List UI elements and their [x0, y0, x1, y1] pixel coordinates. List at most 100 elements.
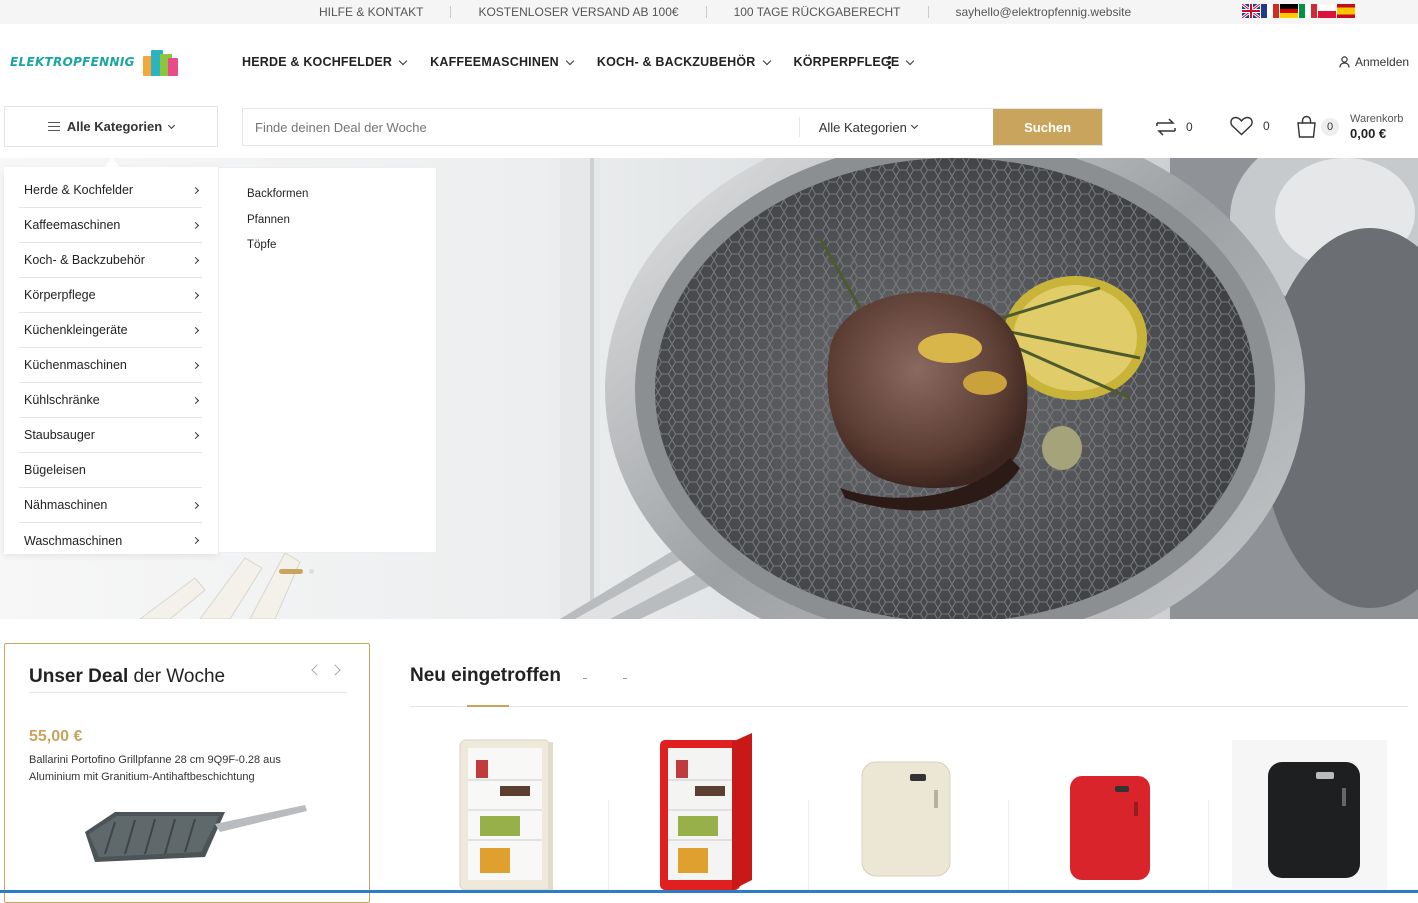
cart-total: 0,00 € — [1350, 126, 1387, 141]
nav-label: HERDE & KOCHFELDER — [242, 55, 393, 69]
top-link-shipping[interactable]: KOSTENLOSER VERSAND AB 100€ — [451, 6, 707, 18]
compare-link[interactable]: 0 — [1154, 116, 1193, 138]
site-logo[interactable]: ELEKTROPFENNIG — [10, 48, 179, 76]
product-image-cream-fridge-open — [459, 739, 553, 891]
main-nav: HERDE & KOCHFELDER KAFFEEMASCHINEN KOCH-… — [242, 55, 937, 69]
category-item-waschmaschinen[interactable]: Waschmaschinen — [19, 523, 202, 558]
top-link-email[interactable]: sayhello@elektropfennig.website — [929, 6, 1159, 18]
wishlist-link[interactable]: 0 — [1230, 116, 1270, 136]
category-item-herde-kochfelder[interactable]: Herde & Kochfelder — [19, 173, 202, 208]
nav-label: KOCH- & BACKZUBEHÖR — [596, 55, 756, 69]
nav-label: KAFFEEMASCHINEN — [430, 55, 559, 69]
new-arrivals-divider — [410, 706, 1408, 707]
product-separator — [1008, 800, 1009, 893]
language-switcher — [1242, 4, 1355, 18]
search-button[interactable]: Suchen — [993, 109, 1102, 145]
flag-es-icon[interactable] — [1337, 4, 1355, 18]
category-item-naehmaschinen[interactable]: Nähmaschinen — [19, 488, 202, 523]
category-item-koch-backzubehoer[interactable]: Koch- & Backzubehör — [19, 243, 202, 278]
search-category-label: Alle Kategorien — [818, 119, 907, 135]
category-menu: Herde & Kochfelder Kaffeemaschinen Koch-… — [4, 167, 218, 554]
search-input[interactable] — [243, 109, 799, 145]
category-item-kuechenmaschinen[interactable]: Küchenmaschinen — [19, 348, 202, 383]
category-item-kuechenkleingeraete[interactable]: Küchenkleingeräte — [19, 313, 202, 348]
nav-kaffeemaschinen[interactable]: KAFFEEMASCHINEN — [430, 55, 575, 69]
user-icon — [1339, 56, 1350, 68]
flag-de-icon[interactable] — [1280, 4, 1298, 18]
category-label: Kaffeemaschinen — [24, 218, 121, 232]
vertical-dots-icon[interactable] — [888, 56, 892, 71]
product-card[interactable] — [1232, 730, 1392, 895]
deal-divider — [29, 692, 347, 693]
chevron-right-icon — [191, 396, 200, 404]
submenu-item-toepfe[interactable]: Töpfe — [247, 239, 436, 265]
category-item-kuehlschraenke[interactable]: Kühlschränke — [19, 383, 202, 418]
chevron-right-icon — [191, 431, 200, 439]
deal-product-name[interactable]: Ballarini Portofino Grillpfanne 28 cm 9Q… — [29, 752, 329, 786]
category-item-koerperpflege[interactable]: Körperpflege — [19, 278, 202, 313]
chevron-right-icon — [191, 256, 200, 264]
category-item-kaffeemaschinen[interactable]: Kaffeemaschinen — [19, 208, 202, 243]
menu-pointer — [104, 158, 120, 167]
top-link-returns[interactable]: 100 TAGE RÜCKGABERECHT — [707, 6, 929, 18]
category-item-buegeleisen[interactable]: Bügeleisen — [19, 453, 202, 488]
chevron-right-icon — [191, 361, 200, 369]
chevron-right-icon — [191, 536, 200, 545]
chevron-right-icon[interactable] — [329, 664, 341, 676]
flag-it-icon[interactable] — [1299, 4, 1317, 18]
submenu-item-backformen[interactable]: Backformen — [247, 188, 436, 214]
chevron-down-icon — [906, 56, 915, 65]
deal-price: 55,00 € — [29, 728, 83, 745]
product-separator — [1208, 800, 1209, 893]
login-link[interactable]: Anmelden — [1339, 55, 1409, 69]
slider-pagination — [279, 569, 314, 574]
product-card[interactable] — [840, 730, 1000, 895]
flag-en-icon[interactable] — [1242, 4, 1260, 18]
chevron-down-icon — [398, 56, 408, 65]
flag-fr-icon[interactable] — [1261, 4, 1279, 18]
chevron-right-icon — [191, 221, 200, 229]
slider-dot[interactable] — [309, 569, 314, 574]
product-separator — [808, 800, 809, 893]
hamburger-icon — [47, 119, 60, 134]
product-image-red-fridge-open — [660, 733, 752, 890]
top-link-help[interactable]: HILFE & KONTAKT — [292, 6, 452, 18]
category-label: Küchenkleingeräte — [24, 323, 128, 337]
search-category-select[interactable]: Alle Kategorien — [800, 109, 994, 145]
submenu-item-pfannen[interactable]: Pfannen — [247, 214, 436, 240]
chevron-down-icon — [565, 56, 575, 65]
compare-arrows-icon — [1156, 118, 1176, 136]
deal-product-image-grill-pan[interactable] — [75, 802, 315, 872]
deal-carousel-arrows — [311, 664, 341, 676]
product-card[interactable] — [1040, 730, 1200, 895]
chevron-right-icon — [191, 501, 200, 509]
product-image-cream-retro-fridge — [861, 761, 951, 877]
chevron-down-icon — [910, 121, 918, 130]
nav-koch-backzubehoer[interactable]: KOCH- & BACKZUBEHÖR — [596, 55, 771, 69]
new-arrivals-tab-dash — [583, 678, 587, 679]
deal-title: Unser Deal der Woche — [29, 666, 226, 687]
product-card[interactable] — [640, 730, 800, 895]
product-separator — [608, 800, 609, 893]
product-card[interactable] — [440, 730, 600, 895]
nav-koerperpflege[interactable]: KÖRPERPFLEGE — [794, 55, 915, 69]
chevron-right-icon — [191, 326, 200, 334]
new-arrivals-accent — [467, 705, 509, 707]
nav-herde-kochfelder[interactable]: HERDE & KOCHFELDER — [242, 55, 408, 69]
cart-link[interactable]: 0 — [1296, 115, 1339, 138]
category-item-staubsauger[interactable]: Staubsauger — [19, 418, 202, 453]
all-categories-button[interactable]: Alle Kategorien — [4, 106, 218, 147]
wishlist-count: 0 — [1263, 119, 1270, 133]
category-label: Körperpflege — [24, 288, 96, 302]
category-label: Kühlschränke — [24, 393, 100, 407]
category-label: Nähmaschinen — [24, 498, 108, 512]
flag-pl-icon[interactable] — [1318, 4, 1336, 18]
logo-text: ELEKTROPFENNIG — [10, 55, 135, 69]
slider-dot-active[interactable] — [279, 569, 303, 574]
search-bar: Alle Kategorien Suchen — [242, 108, 1103, 146]
category-label: Herde & Kochfelder — [24, 183, 134, 197]
heart-icon — [1230, 116, 1253, 136]
chevron-left-icon[interactable] — [311, 664, 323, 676]
cart-summary[interactable]: Warenkorb 0,00 € — [1350, 113, 1403, 141]
category-label: Küchenmaschinen — [24, 358, 127, 372]
